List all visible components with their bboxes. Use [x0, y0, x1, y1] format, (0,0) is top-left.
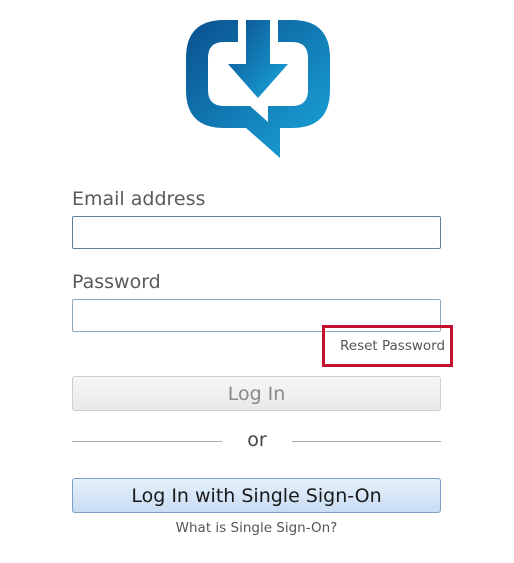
login-button[interactable]: Log In	[72, 376, 441, 411]
divider-or-text: or	[247, 429, 267, 451]
password-label: Password	[72, 271, 161, 293]
divider-line-right	[292, 441, 441, 442]
email-label: Email address	[72, 188, 206, 210]
divider-line-left	[72, 441, 222, 442]
sso-help-link[interactable]: What is Single Sign-On?	[72, 520, 441, 536]
reset-password-link[interactable]: Reset Password	[340, 338, 445, 354]
email-input[interactable]	[72, 216, 441, 249]
sso-login-button[interactable]: Log In with Single Sign-On	[72, 478, 441, 513]
login-page: Email address Password Reset Password Lo…	[0, 0, 514, 563]
download-speech-bubble-icon	[186, 20, 330, 158]
